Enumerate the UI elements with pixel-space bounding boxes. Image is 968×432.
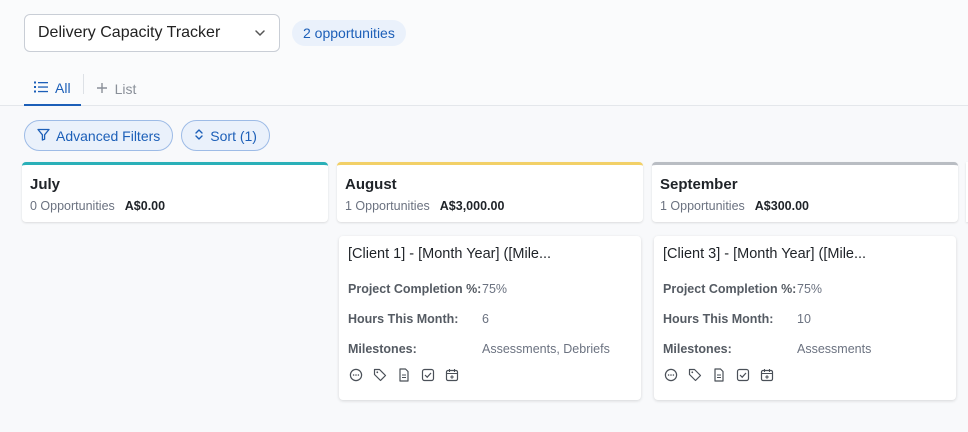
- stage-column-september: September 1 Opportunities A$300.00 [Clie…: [652, 162, 958, 400]
- opportunity-card[interactable]: [Client 1] - [Month Year] ([Mile... Proj…: [339, 236, 641, 400]
- sort-label: Sort (1): [210, 127, 257, 144]
- calendar-add-icon[interactable]: [445, 368, 459, 382]
- tab-add-list[interactable]: List: [86, 72, 147, 106]
- opportunity-title[interactable]: [Client 1] - [Month Year] ([Mile...: [348, 246, 631, 262]
- opportunity-title[interactable]: [Client 3] - [Month Year] ([Mile...: [663, 246, 946, 262]
- card-field-completion: Project Completion %: 75%: [348, 274, 631, 304]
- field-label: Milestones:: [663, 342, 732, 356]
- pipeline-select[interactable]: Delivery Capacity Tracker: [24, 14, 280, 52]
- tab-divider: [82, 74, 84, 94]
- task-check-icon[interactable]: [736, 368, 750, 382]
- card-field-milestones: Milestones: Assessments: [663, 334, 946, 364]
- stage-opportunity-count: 1 Opportunities: [660, 199, 745, 213]
- field-value: 75%: [482, 282, 508, 296]
- document-icon[interactable]: [397, 368, 411, 382]
- field-label: Hours This Month:: [348, 312, 459, 326]
- card-actions: [663, 368, 946, 382]
- document-icon[interactable]: [712, 368, 726, 382]
- field-value: Assessments: [797, 342, 872, 356]
- stage-header[interactable]: July 0 Opportunities A$0.00: [22, 162, 328, 222]
- card-actions: [348, 368, 631, 382]
- tab-list-label: List: [114, 81, 137, 97]
- stage-header[interactable]: August 1 Opportunities A$3,000.00: [337, 162, 643, 222]
- sort-icon: [194, 128, 204, 144]
- sort-button[interactable]: Sort (1): [181, 120, 270, 151]
- tag-icon[interactable]: [688, 368, 702, 382]
- field-label: Milestones:: [348, 342, 417, 356]
- field-value: 6: [482, 312, 489, 326]
- advanced-filters-button[interactable]: Advanced Filters: [24, 120, 174, 151]
- field-label: Project Completion %:: [663, 282, 797, 296]
- opportunity-count-badge: 2 opportunities: [292, 20, 406, 46]
- stage-opportunity-count: 1 Opportunities: [345, 199, 430, 213]
- advanced-filters-label: Advanced Filters: [56, 127, 161, 144]
- stage-column-august: August 1 Opportunities A$3,000.00 [Clien…: [337, 162, 643, 400]
- field-value: 75%: [797, 282, 823, 296]
- stage-amount: A$3,000.00: [439, 199, 505, 213]
- filter-bar: Advanced Filters Sort (1): [24, 120, 270, 151]
- field-value: Assessments, Debriefs: [482, 342, 610, 356]
- field-label: Hours This Month:: [663, 312, 774, 326]
- card-field-hours: Hours This Month: 6: [348, 304, 631, 334]
- field-value: 10: [797, 312, 811, 326]
- list-icon: [34, 80, 48, 96]
- stage-amount: A$300.00: [754, 199, 809, 213]
- card-field-milestones: Milestones: Assessments, Debriefs: [348, 334, 631, 364]
- stage-title: September: [660, 176, 738, 193]
- stage-title: July: [30, 176, 61, 193]
- tab-all-label: All: [55, 80, 71, 96]
- view-tabs: All List: [24, 72, 146, 106]
- top-bar: Delivery Capacity Tracker 2 opportunitie…: [0, 0, 968, 106]
- card-field-completion: Project Completion %: 75%: [663, 274, 946, 304]
- stage-header[interactable]: September 1 Opportunities A$300.00: [652, 162, 958, 222]
- task-check-icon[interactable]: [421, 368, 435, 382]
- stage-column-july: July 0 Opportunities A$0.00: [22, 162, 328, 222]
- tab-all[interactable]: All: [24, 72, 81, 106]
- opportunity-card[interactable]: [Client 3] - [Month Year] ([Mile... Proj…: [654, 236, 956, 400]
- pipeline-name: Delivery Capacity Tracker: [38, 24, 221, 41]
- comment-icon[interactable]: [349, 368, 363, 382]
- stage-amount: A$0.00: [124, 199, 166, 213]
- calendar-add-icon[interactable]: [760, 368, 774, 382]
- stage-title: August: [345, 176, 397, 193]
- tag-icon[interactable]: [373, 368, 387, 382]
- field-label: Project Completion %:: [348, 282, 482, 296]
- comment-icon[interactable]: [664, 368, 678, 382]
- stage-opportunity-count: 0 Opportunities: [30, 199, 115, 213]
- card-field-hours: Hours This Month: 10: [663, 304, 946, 334]
- plus-icon: [96, 81, 108, 97]
- filter-icon: [37, 128, 50, 144]
- chevron-down-icon: [253, 26, 267, 45]
